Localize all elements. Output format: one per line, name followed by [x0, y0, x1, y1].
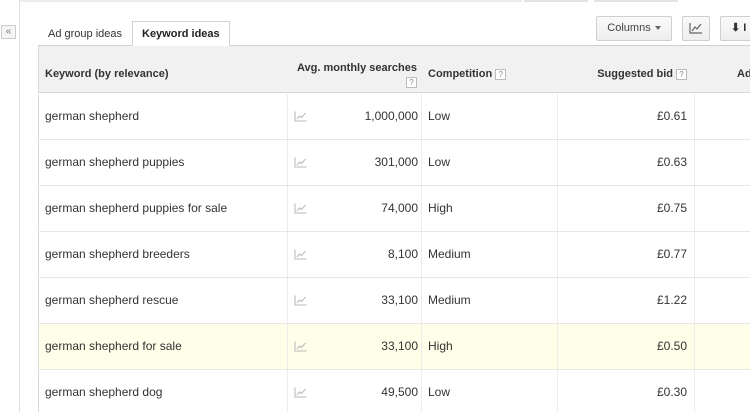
column-header-keyword-label: Keyword (by relevance) [45, 68, 169, 80]
trend-cell [287, 94, 327, 139]
competition-cell: High [428, 201, 453, 215]
collapse-sidebar-button[interactable]: « [1, 25, 16, 39]
competition-cell: Medium [428, 247, 471, 261]
line-chart-icon [689, 23, 702, 34]
table-row[interactable]: german shepherd for sale 33,100 High £0.50 [38, 324, 750, 370]
table-header: Keyword (by relevance) Avg. monthly sear… [38, 46, 750, 93]
trend-cell [287, 232, 327, 277]
help-icon[interactable]: ? [676, 68, 687, 80]
column-header-keyword[interactable]: Keyword (by relevance) [45, 68, 169, 80]
bid-cell: £0.63 [557, 140, 687, 185]
bid-cell: £0.61 [557, 94, 687, 139]
column-header-ad-label: Ad [737, 68, 750, 80]
trend-cell [287, 140, 327, 185]
volume-cell: 8,100 [387, 247, 418, 261]
help-icon[interactable]: ? [406, 76, 417, 88]
column-header-volume[interactable]: Avg. monthly searches ? [289, 62, 417, 88]
trend-cell [287, 186, 327, 231]
ad-cell [694, 94, 750, 139]
trend-chart-icon[interactable] [294, 203, 307, 214]
trend-cell [287, 324, 327, 369]
competition-cell: Low [428, 109, 451, 123]
column-divider [421, 324, 422, 369]
table-row[interactable]: german shepherd puppies 301,000 Low £0.63 [38, 140, 750, 186]
volume-cell: 1,000,000 [364, 109, 418, 123]
ad-cell [694, 370, 750, 412]
column-divider [421, 186, 422, 231]
competition-cell: Low [428, 385, 451, 399]
column-header-bid[interactable]: Suggested bid? [557, 68, 687, 80]
bid-cell: £0.30 [557, 370, 687, 412]
volume-cell: 74,000 [381, 201, 418, 215]
trend-chart-icon[interactable] [294, 387, 307, 398]
left-sidebar-strip: « [0, 0, 20, 412]
top-button-edge [524, 0, 588, 2]
ad-cell [694, 232, 750, 277]
ad-cell [694, 324, 750, 369]
competition-cell: High [428, 339, 453, 353]
ad-cell [694, 278, 750, 323]
competition-cell: Medium [428, 293, 471, 307]
columns-button[interactable]: Columns [596, 16, 672, 41]
ad-cell [694, 186, 750, 231]
keyword-cell[interactable]: german shepherd for sale [45, 324, 182, 369]
top-search-bar-edge [20, 0, 522, 2]
keyword-cell[interactable]: german shepherd dog [45, 370, 162, 412]
ad-cell [694, 140, 750, 185]
chart-toggle-button[interactable] [682, 16, 710, 41]
keyword-cell[interactable]: german shepherd [45, 94, 139, 139]
trend-cell [287, 370, 327, 412]
volume-cell: 33,100 [381, 339, 418, 353]
help-icon[interactable]: ? [495, 68, 507, 80]
column-header-competition-label: Competition [428, 68, 493, 80]
tab-ad-group-ideas[interactable]: Ad group ideas [38, 21, 132, 46]
table-row[interactable]: german shepherd dog 49,500 Low £0.30 [38, 370, 750, 412]
trend-chart-icon[interactable] [294, 157, 307, 168]
download-button[interactable]: ⬇ I [720, 16, 750, 41]
volume-cell: 301,000 [374, 155, 418, 169]
volume-cell: 33,100 [381, 293, 418, 307]
volume-cell: 49,500 [381, 385, 418, 399]
table-row[interactable]: german shepherd breeders 8,100 Medium £0.77 [38, 232, 750, 278]
column-header-volume-label: Avg. monthly searches [296, 62, 417, 74]
trend-cell [287, 278, 327, 323]
table-row[interactable]: german shepherd 1,000,000 Low £0.61 [38, 94, 750, 140]
top-button-edge [594, 0, 678, 2]
table-row[interactable]: german shepherd puppies for sale 74,000 Hi… [38, 186, 750, 232]
table-row[interactable]: german shepherd rescue 33,100 Medium £1.22 [38, 278, 750, 324]
download-icon: ⬇ I [731, 22, 747, 34]
keyword-cell[interactable]: german shepherd breeders [45, 232, 190, 277]
trend-chart-icon[interactable] [294, 249, 307, 260]
trend-chart-icon[interactable] [294, 295, 307, 306]
column-header-bid-label: Suggested bid [597, 68, 673, 80]
keyword-cell[interactable]: german shepherd puppies for sale [45, 186, 227, 231]
column-divider [421, 370, 422, 412]
bid-cell: £0.77 [557, 232, 687, 277]
tab-keyword-ideas[interactable]: Keyword ideas [132, 21, 230, 46]
bid-cell: £0.75 [557, 186, 687, 231]
idea-tabs: Ad group ideas Keyword ideas [38, 21, 230, 46]
keyword-cell[interactable]: german shepherd puppies [45, 140, 184, 185]
column-divider [421, 232, 422, 277]
column-divider [421, 140, 422, 185]
column-header-ad[interactable]: Ad [737, 68, 750, 80]
competition-cell: Low [428, 155, 451, 169]
trend-chart-icon[interactable] [294, 111, 307, 122]
keyword-cell[interactable]: german shepherd rescue [45, 278, 178, 323]
column-divider [421, 94, 422, 139]
bid-cell: £1.22 [557, 278, 687, 323]
column-divider [421, 278, 422, 323]
columns-label: Columns [607, 22, 651, 34]
chevron-down-icon [654, 26, 661, 31]
column-header-competition[interactable]: Competition? [428, 68, 507, 80]
bid-cell: £0.50 [557, 324, 687, 369]
trend-chart-icon[interactable] [294, 341, 307, 352]
